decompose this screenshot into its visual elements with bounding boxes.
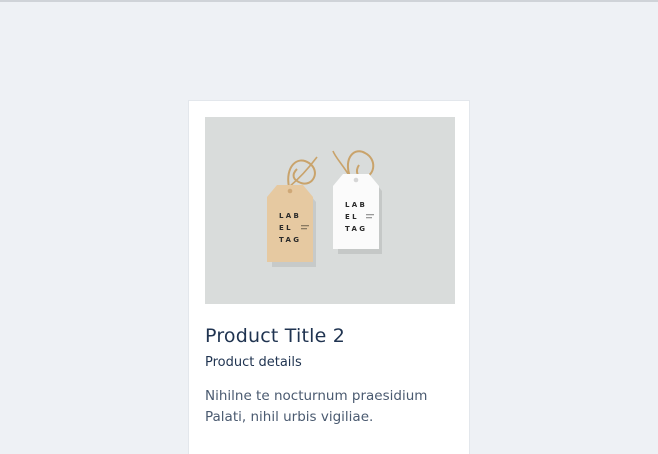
svg-text:LAB: LAB — [279, 212, 301, 220]
product-card[interactable]: LAB EL TAG LAB EL TAG Product Title 2 Pr… — [188, 100, 470, 454]
svg-text:EL: EL — [279, 224, 293, 232]
top-divider — [0, 0, 658, 2]
page: LAB EL TAG LAB EL TAG Product Title 2 Pr… — [0, 0, 658, 454]
product-image[interactable]: LAB EL TAG LAB EL TAG — [205, 117, 455, 304]
svg-text:TAG: TAG — [279, 236, 301, 244]
svg-text:EL: EL — [345, 213, 359, 221]
product-subtitle: Product details — [205, 355, 302, 370]
product-description: Nihilne te nocturnum praesidium Palati, … — [205, 388, 428, 425]
label-tag-photo-icon: LAB EL TAG LAB EL TAG — [205, 117, 455, 304]
product-title[interactable]: Product Title 2 — [205, 323, 345, 349]
svg-text:TAG: TAG — [345, 225, 367, 233]
svg-text:LAB: LAB — [345, 201, 367, 209]
